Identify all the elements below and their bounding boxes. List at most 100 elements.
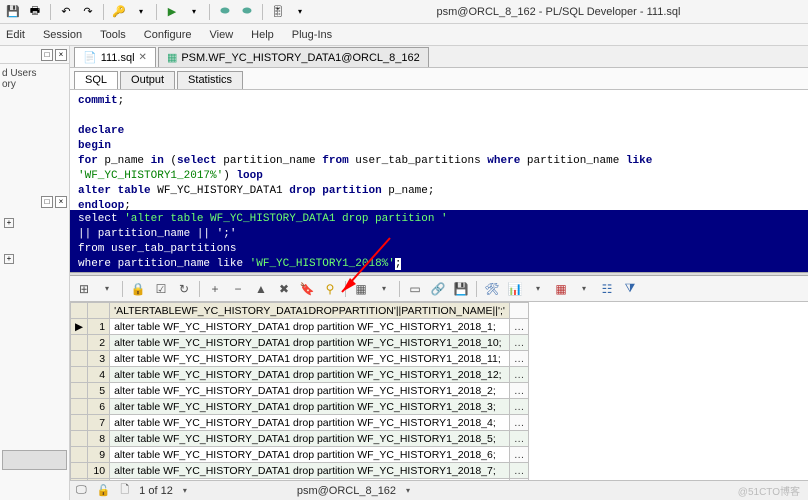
undo-icon[interactable]: ↶ — [57, 3, 75, 21]
dropdown-icon[interactable]: ▾ — [530, 281, 546, 297]
chart-icon[interactable]: 📊 — [507, 281, 523, 297]
fetch-icon[interactable]: ☑ — [153, 281, 169, 297]
cell-value[interactable]: alter table WF_YC_HISTORY_DATA1 drop par… — [110, 367, 510, 383]
column-header[interactable]: 'ALTERTABLEWF_YC_HISTORY_DATA1DROPPARTIT… — [110, 303, 510, 319]
remove-icon[interactable]: − — [230, 281, 246, 297]
menu-configure[interactable]: Configure — [144, 29, 192, 41]
refresh-icon[interactable]: ↻ — [176, 281, 192, 297]
dropdown-icon[interactable]: ▾ — [185, 3, 203, 21]
max-icon[interactable]: □ — [41, 196, 53, 208]
add-icon[interactable]: + — [207, 281, 223, 297]
cell-more-icon[interactable]: … — [509, 447, 529, 463]
max-icon[interactable]: □ — [41, 49, 53, 61]
cell-value[interactable]: alter table WF_YC_HISTORY_DATA1 drop par… — [110, 383, 510, 399]
dropdown-icon[interactable]: ▾ — [376, 281, 392, 297]
refresh-icon[interactable]: 🔓 — [97, 484, 111, 497]
cell-more-icon[interactable]: … — [509, 383, 529, 399]
find-icon[interactable]: ⚲ — [322, 281, 338, 297]
grid-icon[interactable]: ▦ — [353, 281, 369, 297]
row-number: 10 — [88, 463, 110, 479]
save-icon[interactable]: 💾 — [4, 3, 22, 21]
menu-session[interactable]: Session — [43, 29, 82, 41]
separator — [50, 4, 51, 20]
first-icon[interactable]: 🖵 — [76, 484, 87, 497]
cell-more-icon[interactable]: … — [509, 351, 529, 367]
cell-value[interactable]: alter table WF_YC_HISTORY_DATA1 drop par… — [110, 399, 510, 415]
tree-expand-icon[interactable]: + — [4, 254, 14, 264]
cell-more-icon[interactable]: … — [509, 367, 529, 383]
export-icon[interactable]: ▦ — [553, 281, 569, 297]
menu-edit[interactable]: Edit — [6, 29, 25, 41]
cell-more-icon[interactable]: … — [509, 463, 529, 479]
connection-label: psm@ORCL_8_162 — [297, 485, 396, 497]
cell-value[interactable]: alter table WF_YC_HISTORY_DATA1 drop par… — [110, 463, 510, 479]
cell-more-icon[interactable]: … — [509, 431, 529, 447]
bookmark-icon[interactable]: 🔖 — [299, 281, 315, 297]
sql-editor-selection[interactable]: select 'alter table WF_YC_HISTORY_DATA1 … — [70, 210, 808, 272]
dropdown-icon[interactable]: ▾ — [183, 486, 187, 495]
single-icon[interactable]: ▭ — [407, 281, 423, 297]
post-icon[interactable]: ▲ — [253, 281, 269, 297]
close-icon[interactable]: × — [55, 49, 67, 61]
dropdown-icon[interactable]: ▾ — [406, 486, 410, 495]
compare-icon[interactable]: ☷ — [599, 281, 615, 297]
cell-value[interactable]: alter table WF_YC_HISTORY_DATA1 drop par… — [110, 351, 510, 367]
row-number: 5 — [88, 383, 110, 399]
grid-corner — [88, 303, 110, 319]
cell-value[interactable]: alter table WF_YC_HISTORY_DATA1 drop par… — [110, 447, 510, 463]
sql-editor[interactable]: commit; declare begin for p_name in (sel… — [70, 90, 808, 210]
cell-value[interactable]: alter table WF_YC_HISTORY_DATA1 drop par… — [110, 415, 510, 431]
tab-statistics[interactable]: Statistics — [177, 71, 243, 89]
menu-help[interactable]: Help — [251, 29, 274, 41]
tab-sql[interactable]: SQL — [74, 71, 118, 89]
redo-icon[interactable]: ↷ — [79, 3, 97, 21]
row-indicator — [71, 463, 88, 479]
dropdown-icon[interactable]: ▾ — [99, 281, 115, 297]
tune-icon[interactable]: 🎚 — [269, 3, 287, 21]
close-icon[interactable]: ✕ — [139, 52, 147, 63]
save-icon[interactable]: 💾 — [453, 281, 469, 297]
info-icon[interactable]: 🗋 — [120, 481, 129, 500]
dropdown-icon[interactable]: ▾ — [132, 3, 150, 21]
dropdown-icon[interactable]: ▾ — [576, 281, 592, 297]
lock-icon[interactable]: 🔒 — [130, 281, 146, 297]
cell-value[interactable]: alter table WF_YC_HISTORY_DATA1 drop par… — [110, 431, 510, 447]
tree-expand-icon[interactable]: + — [4, 218, 14, 228]
sidebar-item-ory[interactable]: ory — [2, 79, 67, 90]
menu-view[interactable]: View — [210, 29, 234, 41]
link-icon[interactable]: 🔗 — [430, 281, 446, 297]
separator — [156, 4, 157, 20]
cell-value[interactable]: alter table WF_YC_HISTORY_DATA1 drop par… — [110, 319, 510, 335]
sidebar-item-users[interactable]: d Users — [2, 68, 67, 79]
tab-file[interactable]: 📄 111.sql ✕ — [74, 47, 156, 67]
cell-more-icon[interactable]: … — [509, 415, 529, 431]
dropdown-icon[interactable]: ▾ — [291, 3, 309, 21]
cell-more-icon[interactable]: … — [509, 399, 529, 415]
row-indicator — [71, 415, 88, 431]
sidebar-footer — [2, 450, 67, 470]
row-indicator — [71, 399, 88, 415]
close-icon[interactable]: × — [55, 196, 67, 208]
cell-value[interactable]: alter table WF_YC_HISTORY_DATA1 drop par… — [110, 335, 510, 351]
menu-tools[interactable]: Tools — [100, 29, 126, 41]
debug2-icon[interactable]: ⬬ — [238, 3, 256, 21]
cell-more-icon[interactable]: … — [509, 319, 529, 335]
row-indicator — [71, 351, 88, 367]
row-indicator — [71, 431, 88, 447]
cell-more-icon[interactable]: … — [509, 335, 529, 351]
tab-output[interactable]: Output — [120, 71, 175, 89]
menu-plugins[interactable]: Plug-Ins — [292, 29, 332, 41]
run-icon[interactable]: ▶ — [163, 3, 181, 21]
window-icon[interactable]: ⊞ — [76, 281, 92, 297]
debug-icon[interactable]: ⬬ — [216, 3, 234, 21]
tool-icon[interactable]: 🛠 — [484, 281, 500, 297]
filter-icon[interactable]: ⧩ — [622, 281, 638, 297]
tab-object[interactable]: ▦ PSM.WF_YC_HISTORY_DATA1@ORCL_8_162 — [158, 47, 429, 67]
row-number: 4 — [88, 367, 110, 383]
results-grid[interactable]: 'ALTERTABLEWF_YC_HISTORY_DATA1DROPPARTIT… — [70, 302, 808, 480]
cancel-icon[interactable]: ✖ — [276, 281, 292, 297]
grid-corner — [71, 303, 88, 319]
separator — [103, 4, 104, 20]
key-icon[interactable]: 🔑 — [110, 3, 128, 21]
print-icon[interactable]: 🖶 — [26, 3, 44, 21]
